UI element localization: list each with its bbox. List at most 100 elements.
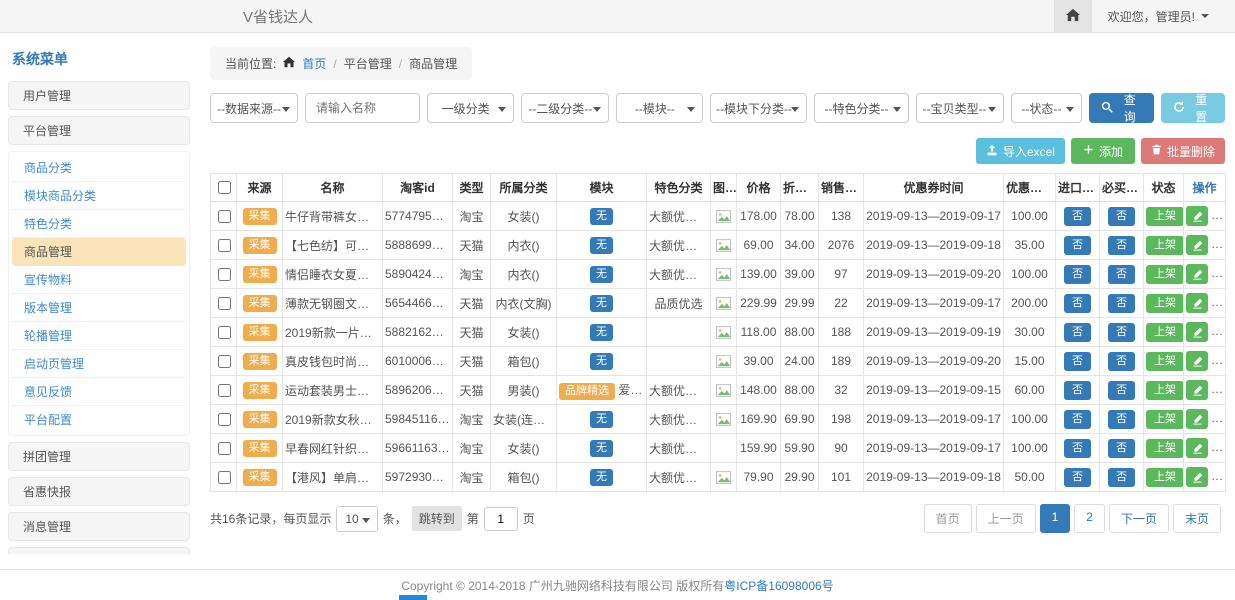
pager-button[interactable]: 末页 [1173,504,1221,533]
import-select-toggle[interactable]: 否 [1064,352,1091,371]
filter-select-data-source[interactable]: --数据来源-- [210,93,298,123]
status-badge[interactable]: 上架 [1146,207,1184,226]
row-checkbox[interactable] [218,442,231,455]
add-button[interactable]: 添加 [1071,138,1135,164]
status-badge[interactable]: 上架 [1146,410,1184,429]
must-buy-toggle[interactable]: 否 [1108,323,1135,342]
status-badge[interactable]: 上架 [1146,468,1184,487]
home-button[interactable] [1054,0,1092,32]
import-select-toggle[interactable]: 否 [1064,410,1091,429]
must-buy-toggle[interactable]: 否 [1108,468,1135,487]
import-excel-button[interactable]: 导入excel [976,138,1065,164]
edit-button[interactable] [1186,235,1208,255]
must-buy-toggle[interactable]: 否 [1108,352,1135,371]
batch-delete-button[interactable]: 批量删除 [1141,138,1225,164]
status-badge[interactable]: 上架 [1146,265,1184,284]
filter-select-level1-category[interactable]: 一级分类 [427,93,514,123]
import-select-toggle[interactable]: 否 [1064,236,1091,255]
pager-button[interactable]: 1 [1040,504,1071,533]
sidebar-item-product-category[interactable]: 商品分类 [12,154,186,182]
edit-button[interactable] [1186,380,1208,400]
coupon-time-cell: 2019-09-13—2019-09-17 [864,405,1004,434]
user-menu[interactable]: 欢迎您，管理员! [1092,0,1235,32]
sidebar-item-group-buy-management[interactable]: 拼团管理 [8,442,190,471]
pager-button[interactable]: 2 [1074,504,1105,533]
must-buy-toggle[interactable]: 否 [1108,439,1135,458]
sidebar-item-message-management[interactable]: 消息管理 [8,512,190,541]
icp-link[interactable]: 粤ICP备16098006号 [724,577,833,594]
sidebar-item-user-management[interactable]: 用户管理 [8,81,190,110]
must-buy-toggle[interactable]: 否 [1108,410,1135,429]
row-checkbox[interactable] [218,384,231,397]
breadcrumb-home-link[interactable]: 首页 [302,55,326,72]
import-select-toggle[interactable]: 否 [1064,323,1091,342]
filter-select-level2-category[interactable]: --二级分类-- [521,93,609,123]
status-badge[interactable]: 上架 [1146,294,1184,313]
filter-select-item-type[interactable]: --宝贝类型-- [916,93,1004,123]
import-select-toggle[interactable]: 否 [1064,439,1091,458]
sidebar-item-order-management[interactable]: 订单管理 [8,547,190,554]
import-select-toggle[interactable]: 否 [1064,468,1091,487]
filter-select-module-sub-category[interactable]: --模块下分类-- [710,93,807,123]
name-search-input[interactable] [305,93,420,123]
row-checkbox[interactable] [218,355,231,368]
row-checkbox[interactable] [218,297,231,310]
sidebar-item-module-product-category[interactable]: 模块商品分类 [12,182,186,210]
edit-button[interactable] [1186,293,1208,313]
sidebar-item-carousel-management[interactable]: 轮播管理 [12,322,186,350]
row-checkbox[interactable] [218,471,231,484]
status-badge[interactable]: 上架 [1146,381,1184,400]
edit-button[interactable] [1186,409,1208,429]
pager-button[interactable]: 下一页 [1109,504,1169,533]
edit-button[interactable] [1186,438,1208,458]
row-checkbox[interactable] [218,413,231,426]
source-badge: 采集 [243,324,277,341]
status-badge[interactable]: 上架 [1146,439,1184,458]
must-buy-toggle[interactable]: 否 [1108,294,1135,313]
sidebar-item-version-management[interactable]: 版本管理 [12,294,186,322]
must-buy-toggle[interactable]: 否 [1108,381,1135,400]
pager-button[interactable]: 上一页 [976,504,1036,533]
jump-button[interactable]: 跳转到 [412,506,462,531]
import-select-toggle[interactable]: 否 [1064,381,1091,400]
import-select-toggle[interactable]: 否 [1064,207,1091,226]
edit-button[interactable] [1186,206,1208,226]
edit-button[interactable] [1186,264,1208,284]
reset-button[interactable]: 重置 [1161,93,1225,123]
edit-button[interactable] [1186,467,1208,487]
sidebar-item-promo-material[interactable]: 宣传物料 [12,266,186,294]
sidebar-item-product-management[interactable]: 商品管理 [12,238,186,266]
select-all-checkbox[interactable] [218,181,231,194]
sidebar-item-feedback[interactable]: 意见反馈 [12,378,186,406]
import-select-toggle[interactable]: 否 [1064,294,1091,313]
must-buy-toggle[interactable]: 否 [1108,265,1135,284]
search-button[interactable]: 查询 [1089,93,1153,123]
import-select-toggle[interactable]: 否 [1064,265,1091,284]
row-checkbox[interactable] [218,268,231,281]
filter-select-module[interactable]: --模块-- [616,93,703,123]
must-buy-toggle[interactable]: 否 [1108,207,1135,226]
sidebar-item-feature-category[interactable]: 特色分类 [12,210,186,238]
sidebar-item-platform-management[interactable]: 平台管理 [8,116,190,145]
breadcrumb-item-platform[interactable]: 平台管理 [344,55,392,72]
row-checkbox[interactable] [218,326,231,339]
must-buy-toggle[interactable]: 否 [1108,236,1135,255]
filter-select-feature-category[interactable]: --特色分类-- [814,93,908,123]
row-checkbox[interactable] [218,210,231,223]
edit-button[interactable] [1186,322,1208,342]
edit-button[interactable] [1186,351,1208,371]
image-icon [716,297,731,310]
sidebar-item-platform-config[interactable]: 平台配置 [12,406,186,433]
page-number-input[interactable] [484,507,518,531]
status-badge[interactable]: 上架 [1146,352,1184,371]
column-header: 操作 [1184,174,1226,202]
status-badge[interactable]: 上架 [1146,236,1184,255]
status-badge[interactable]: 上架 [1146,323,1184,342]
table-row: 采集情侣睡衣女夏丝绸男士...589042420344淘宝内衣()无大额优惠券1… [211,260,1226,289]
sidebar-item-savings-express[interactable]: 省惠快报 [8,477,190,506]
pager-button[interactable]: 首页 [924,504,972,533]
per-page-select[interactable]: 10 [336,506,377,532]
filter-select-status[interactable]: --状态-- [1011,93,1082,123]
sidebar-item-splash-page-management[interactable]: 启动页管理 [12,350,186,378]
row-checkbox[interactable] [218,239,231,252]
